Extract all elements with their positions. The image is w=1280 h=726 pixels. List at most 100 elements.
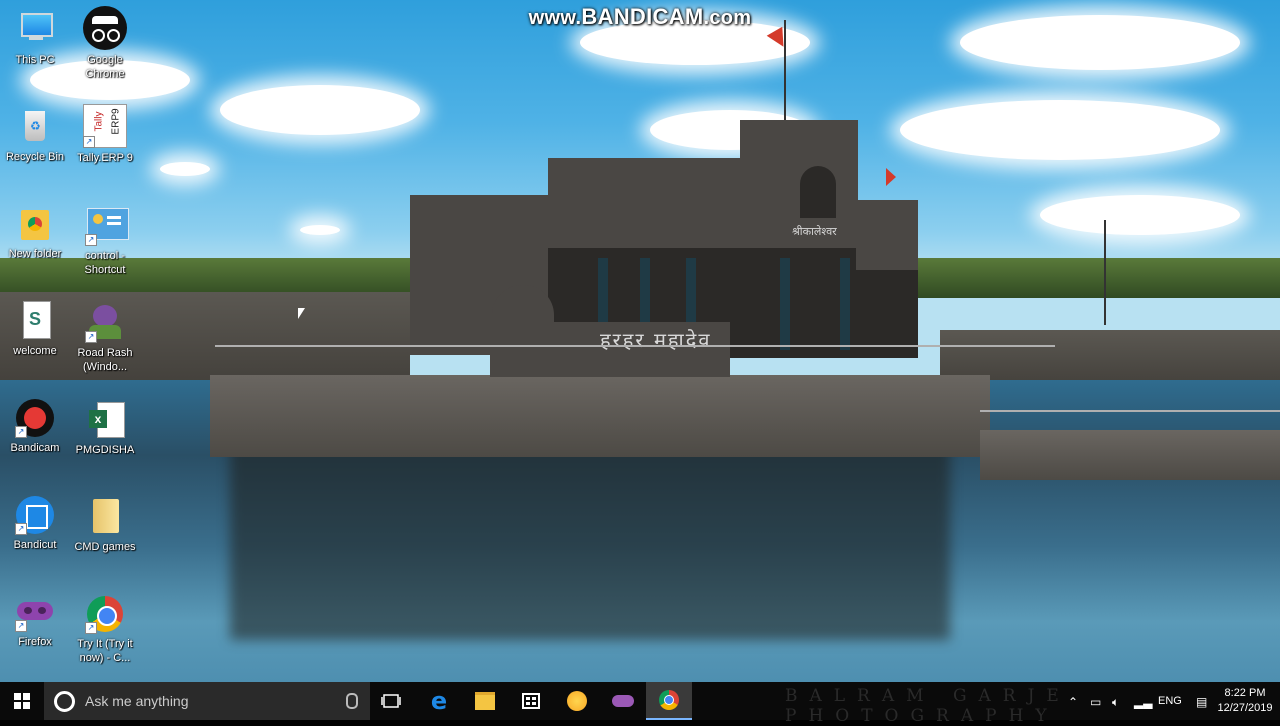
desktop-icon-road-rash[interactable]: ↗ Road Rash (Windo...: [70, 303, 140, 374]
system-tray: ⌃ ▭ 🔈︎ ▂▃ ENG ▤ 8:22 PM 12/27/2019: [1060, 682, 1280, 720]
desktop-icon-label: welcome: [13, 345, 57, 357]
shortcut-arrow-icon: ↗: [15, 620, 27, 632]
cloud: [1040, 195, 1240, 235]
desktop-icon-recycle-bin[interactable]: ♻ Recycle Bin: [0, 107, 70, 164]
desktop-icon-welcome[interactable]: S welcome: [0, 301, 70, 358]
temple-platform: [210, 375, 990, 457]
temple-roof-right: [856, 200, 918, 270]
desktop-icon-label: CMD games: [74, 541, 136, 553]
store-icon: [522, 693, 540, 709]
edge-icon: e: [430, 687, 448, 715]
mask-icon: ↗: [15, 592, 55, 632]
flag-pole: [1104, 220, 1106, 325]
walkway: [980, 430, 1280, 480]
temple-pillar: [780, 258, 790, 350]
railing: [980, 410, 1280, 412]
action-center-icon[interactable]: ▤: [1196, 695, 1207, 709]
clock-date: 12/27/2019: [1217, 702, 1273, 714]
cloud: [900, 100, 1220, 160]
shortcut-arrow-icon: ↗: [15, 426, 27, 438]
volume-icon[interactable]: 🔈︎: [1112, 695, 1119, 710]
desktop-icon-firefox[interactable]: ↗ Firefox: [0, 592, 70, 649]
stone-bank-right: [940, 330, 1280, 385]
folder-icon: [85, 497, 125, 537]
network-icon[interactable]: ▂▃: [1134, 695, 1152, 709]
desktop-wallpaper: हरहर महादेव श्रीकालेश्वर: [0, 0, 1280, 682]
yellow-app-icon: [567, 691, 587, 711]
desktop-icon-tally-erp[interactable]: Tally ERP9 ↗ Tally.ERP 9: [70, 104, 140, 165]
shortcut-arrow-icon: ↗: [85, 622, 97, 634]
tally-icon: Tally ERP9 ↗: [83, 104, 127, 148]
desktop-icon-label: Road Rash (Windo...: [77, 347, 133, 373]
taskbar-app-file-explorer[interactable]: [462, 682, 508, 720]
taskbar-app-edge[interactable]: e: [416, 682, 462, 720]
clock[interactable]: 8:22 PM 12/27/2019: [1214, 686, 1276, 716]
desktop-icon-try-it[interactable]: ↗ Try It (Try it now) - C...: [70, 594, 140, 665]
temple-carving-top: श्रीकालेश्वर: [792, 225, 837, 238]
desktop-icon-control-shortcut[interactable]: ↗ control - Shortcut: [70, 206, 140, 277]
temple-small-shrine: [492, 285, 554, 345]
language-indicator[interactable]: ENG: [1158, 695, 1182, 707]
shortcut-arrow-icon: ↗: [85, 234, 97, 246]
road-rash-icon: ↗: [85, 303, 125, 343]
cloud: [220, 85, 420, 135]
chrome-icon: [659, 690, 679, 710]
file-explorer-icon: [475, 692, 495, 710]
taskbar-app-purple[interactable]: [600, 682, 646, 720]
flag-icon: [886, 168, 896, 186]
bandicut-icon: ↗: [15, 495, 55, 535]
task-view-icon: [381, 694, 401, 708]
desktop-icon-label: Google Chrome: [85, 54, 125, 80]
chevron-up-icon[interactable]: ⌃: [1068, 695, 1078, 709]
purple-app-icon: [612, 695, 634, 707]
temple-pillar: [840, 258, 850, 350]
temple-carving-left: हरहर महादेव: [600, 328, 712, 352]
mouse-cursor-icon: [298, 308, 305, 319]
desktop-icon-bandicam[interactable]: ↗ Bandicam: [0, 398, 70, 455]
microphone-icon[interactable]: [346, 693, 358, 709]
chrome-folder-icon: [15, 204, 55, 244]
desktop-icon-label: New folder: [8, 248, 62, 260]
desktop-icon-this-pc[interactable]: This PC: [0, 10, 70, 67]
shortcut-arrow-icon: ↗: [15, 523, 27, 535]
start-button[interactable]: [0, 682, 44, 720]
desktop-icon-google-chrome[interactable]: Google Chrome: [70, 6, 140, 81]
desktop-icon-pmgdisha[interactable]: x PMGDISHA: [70, 400, 140, 457]
recycle-bin-icon: ♻: [15, 107, 55, 147]
desktop-icon-new-folder[interactable]: New folder: [0, 204, 70, 261]
desktop-icon-label: PMGDISHA: [75, 444, 135, 456]
control-panel-icon: ↗: [85, 206, 129, 246]
desktop-icon-label: Try It (Try it now) - C...: [77, 638, 133, 664]
taskbar-app-chrome[interactable]: [646, 682, 692, 720]
computer-icon: [15, 10, 55, 50]
taskbar-app-store[interactable]: [508, 682, 554, 720]
temple-reflection: [230, 440, 950, 640]
shortcut-arrow-icon: ↗: [83, 136, 95, 148]
railing: [215, 345, 1055, 347]
task-view-button[interactable]: [368, 682, 414, 720]
cortana-search-box[interactable]: Ask me anything: [44, 682, 370, 720]
bandicam-watermark: www.BANDICAM.com: [0, 4, 1280, 30]
chrome-icon: ↗: [85, 594, 125, 634]
taskbar-app-yellow[interactable]: [554, 682, 600, 720]
battery-icon[interactable]: ▭: [1090, 695, 1101, 709]
desktop-icon-bandicut[interactable]: ↗ Bandicut: [0, 495, 70, 552]
desktop-icon-label: Firefox: [18, 636, 52, 648]
desktop-icon-label: Recycle Bin: [5, 151, 65, 163]
watermark-suffix: .com: [703, 7, 752, 29]
desktop-icon-cmd-games[interactable]: CMD games: [70, 497, 140, 554]
shortcut-arrow-icon: ↗: [85, 331, 97, 343]
cortana-icon: [54, 690, 75, 712]
watermark-prefix: www.: [528, 7, 582, 29]
taskbar: BALRAM GARJE PHOTOGRAPHY Ask me anything…: [0, 682, 1280, 726]
clock-time: 8:22 PM: [1224, 687, 1266, 699]
excel-icon: x: [85, 400, 125, 440]
bandicam-icon: ↗: [15, 398, 55, 438]
cloud: [300, 225, 340, 235]
desktop-icon-label: Bandicut: [13, 539, 57, 551]
desktop-icon-label: Tally.ERP 9: [77, 152, 133, 164]
watermark-brand: BANDICAM: [581, 4, 704, 29]
search-placeholder: Ask me anything: [85, 693, 189, 709]
cloud: [160, 162, 210, 176]
desktop-icon-label: This PC: [15, 54, 55, 66]
